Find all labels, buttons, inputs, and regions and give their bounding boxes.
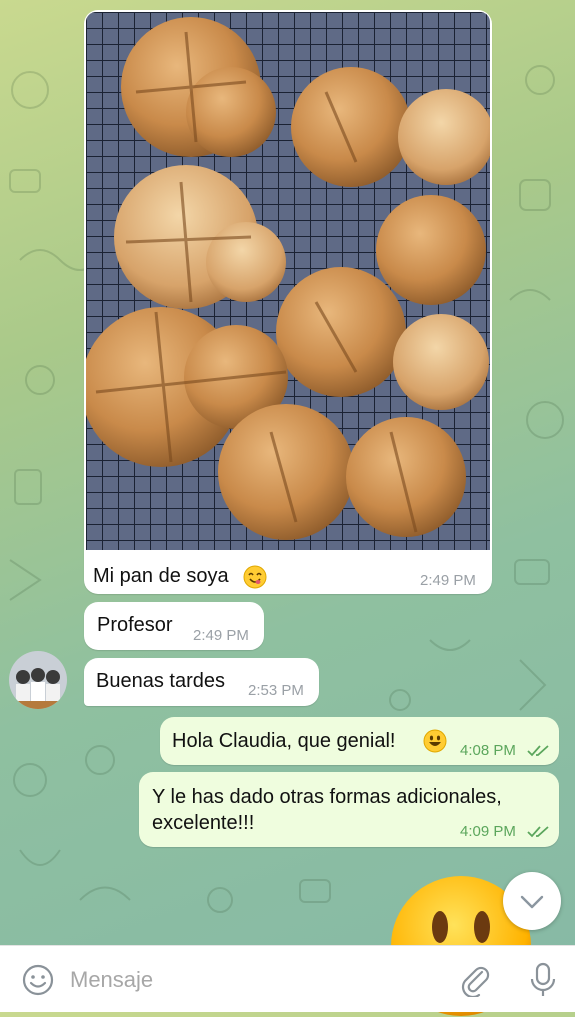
yum-emoji-icon xyxy=(243,565,267,589)
message-input[interactable]: Mensaje xyxy=(70,967,153,993)
emoji-icon[interactable] xyxy=(21,963,55,997)
message-text-5a: Y le has dado otras formas adicionales, xyxy=(152,786,502,808)
message-text-1: Mi pan de soya xyxy=(93,565,229,587)
sender-avatar[interactable] xyxy=(9,651,67,709)
paperclip-icon[interactable] xyxy=(458,963,492,997)
read-ticks-icon xyxy=(527,745,549,757)
read-ticks-icon xyxy=(527,826,549,838)
message-text-4: Hola Claudia, que genial! xyxy=(172,730,396,752)
chevron-down-icon xyxy=(520,895,544,909)
bread-photo[interactable] xyxy=(86,12,490,550)
message-time-2: 2:49 PM xyxy=(193,627,249,644)
message-text-5b: excelente!!! xyxy=(152,812,255,834)
scroll-to-bottom-button[interactable] xyxy=(503,872,561,930)
message-text-2: Profesor xyxy=(97,614,173,636)
message-composer: Mensaje xyxy=(0,945,575,1012)
smiley-emoji-icon xyxy=(423,729,447,753)
microphone-icon[interactable] xyxy=(526,961,560,999)
message-time-1: 2:49 PM xyxy=(420,572,476,589)
message-text-3: Buenas tardes xyxy=(96,670,225,692)
message-time-5: 4:09 PM xyxy=(460,823,516,840)
message-time-4: 4:08 PM xyxy=(460,742,516,759)
message-time-3: 2:53 PM xyxy=(248,682,304,699)
